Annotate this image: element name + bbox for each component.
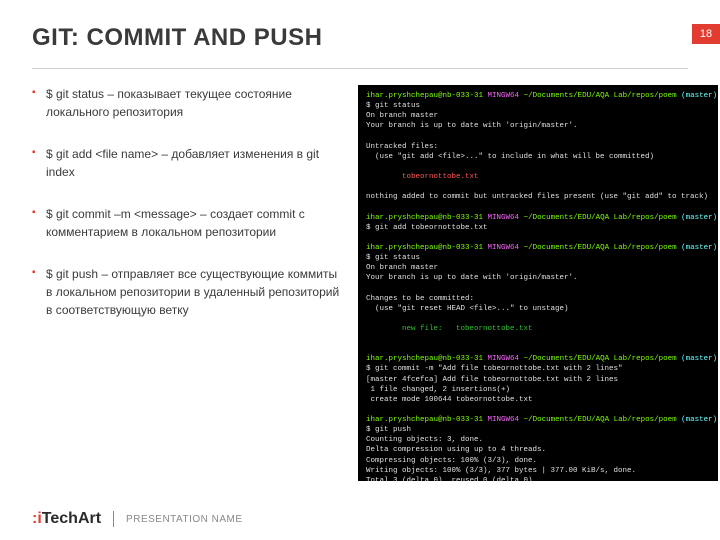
page-number-badge: 18 <box>692 24 720 44</box>
separator <box>113 511 114 527</box>
page-title: GIT: COMMIT AND PUSH <box>32 24 688 52</box>
bullet-list-pane: $ git status – показывает текущее состоя… <box>32 85 342 481</box>
list-item: $ git commit –m <message> – создает comm… <box>32 205 342 241</box>
list-item: $ git status – показывает текущее состоя… <box>32 85 342 121</box>
terminal-screenshot: ihar.pryshchepau@nb-033-31 MINGW64 ~/Doc… <box>358 85 718 481</box>
list-item: $ git push – отправляет все существующие… <box>32 265 342 319</box>
logo: :iTechArt <box>32 510 101 528</box>
list-item: $ git add <file name> – добавляет измене… <box>32 145 342 181</box>
footer-text: PRESENTATION NAME <box>126 514 242 525</box>
